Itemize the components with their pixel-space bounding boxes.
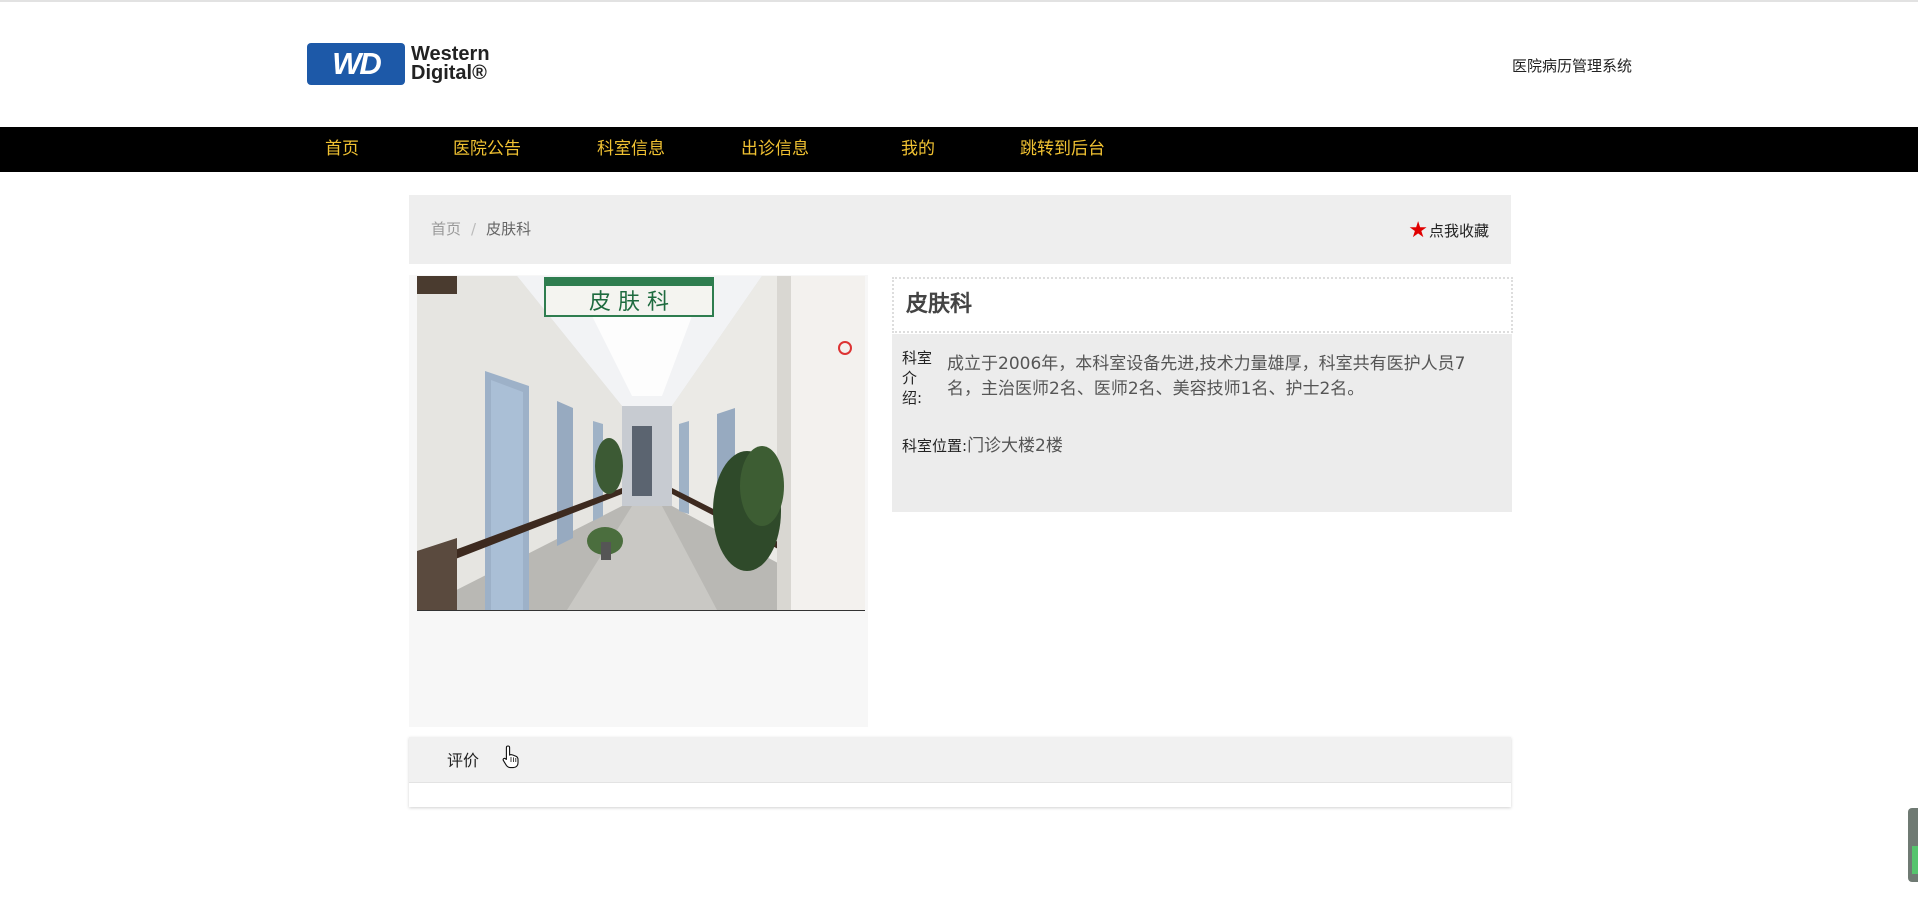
nav-mine[interactable]: 我的 (901, 127, 935, 172)
star-icon: ★ (1408, 218, 1428, 243)
logo-line-2: Digital® (411, 62, 487, 84)
department-title-box: 皮肤科 (892, 277, 1513, 333)
location-value: 门诊大楼2楼 (967, 436, 1063, 456)
nav-schedule[interactable]: 出诊信息 (741, 127, 809, 172)
photo-sign-text: 皮 肤 科 (589, 290, 669, 315)
favorite-button[interactable]: ★点我收藏 (1408, 195, 1489, 267)
logo[interactable]: WD Western Digital® (307, 43, 490, 85)
intro-text: 成立于2006年，本科室设备先进,技术力量雄厚，科室共有医护人员7名，主治医师2… (947, 354, 1466, 399)
location-row: 科室位置:门诊大楼2楼 (902, 434, 1063, 459)
breadcrumb-separator: / (471, 220, 477, 238)
top-border (0, 0, 1918, 2)
intro-label: 科室介绍: (902, 349, 933, 407)
review-panel: 评价 (409, 737, 1511, 807)
department-image-card: 皮 肤 科 (409, 275, 868, 727)
favorite-label: 点我收藏 (1428, 222, 1489, 240)
breadcrumb-bar: 首页 / 皮肤科 ★点我收藏 (409, 195, 1511, 264)
nav-departments[interactable]: 科室信息 (597, 127, 665, 172)
main-nav: 首页 医院公告 科室信息 出诊信息 我的 跳转到后台 (0, 127, 1918, 172)
nav-home[interactable]: 首页 (325, 127, 359, 172)
logo-badge: WD (307, 43, 405, 85)
hand-cursor-icon (502, 745, 519, 769)
department-name: 皮肤科 (906, 292, 973, 317)
department-info: 科室介绍: 成立于2006年，本科室设备先进,技术力量雄厚，科室共有医护人员7名… (892, 334, 1512, 512)
tab-reviews[interactable]: 评价 (447, 737, 479, 785)
logo-wordmark: Western Digital® (411, 44, 490, 84)
nav-admin[interactable]: 跳转到后台 (1020, 127, 1105, 172)
nav-announcements[interactable]: 医院公告 (453, 127, 521, 172)
breadcrumb-current: 皮肤科 (486, 220, 532, 238)
site-title: 医院病历管理系统 (1512, 57, 1633, 75)
breadcrumb: 首页 / 皮肤科 (431, 195, 531, 264)
department-photo: 皮 肤 科 (417, 276, 865, 611)
side-widget[interactable] (1908, 808, 1918, 882)
review-tabs: 评价 (409, 737, 1511, 783)
location-label: 科室位置: (902, 437, 968, 455)
breadcrumb-home[interactable]: 首页 (431, 220, 461, 238)
